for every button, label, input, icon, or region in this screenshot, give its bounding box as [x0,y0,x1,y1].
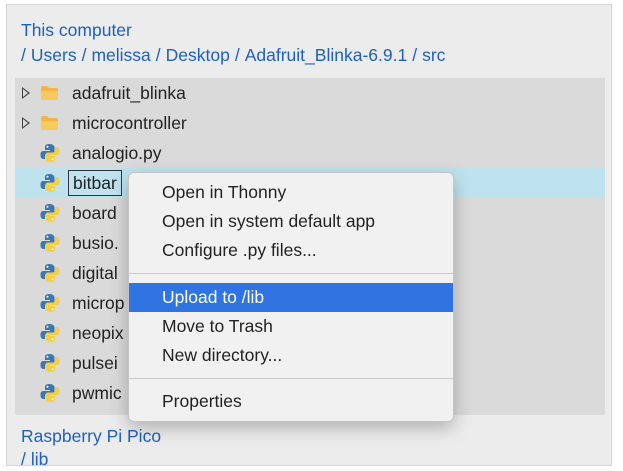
menu-item-configure-py-files[interactable]: Configure .py files... [129,236,453,265]
python-file-icon [40,174,60,192]
device-section-title: Raspberry Pi Pico [21,426,162,446]
computer-section-title: This computer [21,20,132,40]
tree-item-label: microp [72,293,125,313]
tree-item-microcontroller[interactable]: microcontroller [15,108,605,138]
folder-icon [41,116,58,130]
tree-item-label: microcontroller [72,113,187,133]
python-file-icon [40,264,60,282]
python-file-icon [40,204,60,222]
tree-item-label: bitbar [68,170,122,196]
breadcrumb-separator: / [412,45,418,65]
tree-item-label: adafruit_blinka [72,83,186,103]
breadcrumb-separator: / [21,45,26,65]
tree-item-label: neopix [72,323,124,343]
expand-arrow-icon[interactable] [22,87,30,99]
python-file-icon [40,294,60,312]
breadcrumb-separator: / [21,449,26,466]
menu-item-properties[interactable]: Properties [129,387,453,416]
breadcrumb-separator: / [81,45,87,65]
tree-item-label: board [72,203,117,223]
tree-item-adafruit-blinka[interactable]: adafruit_blinka [15,78,605,108]
breadcrumb-src[interactable]: src [422,45,445,65]
breadcrumb-lib[interactable]: lib [31,449,49,465]
python-file-icon [40,144,60,162]
tree-item-label: busio. [72,233,119,253]
tree-item-label: pulsei [72,353,118,373]
menu-separator [129,378,453,379]
tree-item-label: digital [72,263,118,283]
breadcrumb-separator: / [234,45,240,65]
menu-item-move-to-trash[interactable]: Move to Trash [129,312,453,341]
menu-item-upload-to-lib[interactable]: Upload to /lib [129,283,453,312]
breadcrumb-melissa[interactable]: melissa [91,45,150,65]
context-menu: Open in Thonny Open in system default ap… [128,172,454,422]
tree-item-label: analogio.py [72,143,162,163]
menu-item-open-in-system-default-app[interactable]: Open in system default app [129,207,453,236]
python-file-icon [40,354,60,372]
tree-item-analogio[interactable]: analogio.py [15,138,605,168]
expand-arrow-icon[interactable] [22,117,30,129]
python-file-icon [40,234,60,252]
device-breadcrumb: / lib [21,448,49,466]
breadcrumb-users[interactable]: Users [31,45,77,65]
computer-breadcrumb: / Users / melissa / Desktop / Adafruit_Blinka-6… [21,44,445,66]
breadcrumb-desktop[interactable]: Desktop [166,45,230,65]
python-file-icon [40,384,60,402]
menu-item-new-directory[interactable]: New directory... [129,341,453,370]
breadcrumb-separator: / [155,45,161,65]
python-file-icon [40,324,60,342]
menu-item-open-in-thonny[interactable]: Open in Thonny [129,178,453,207]
breadcrumb-adafruit-blinka[interactable]: Adafruit_Blinka-6.9.1 [245,45,407,65]
folder-icon [41,86,58,100]
tree-item-label: pwmic [72,383,122,403]
menu-separator [129,273,453,274]
